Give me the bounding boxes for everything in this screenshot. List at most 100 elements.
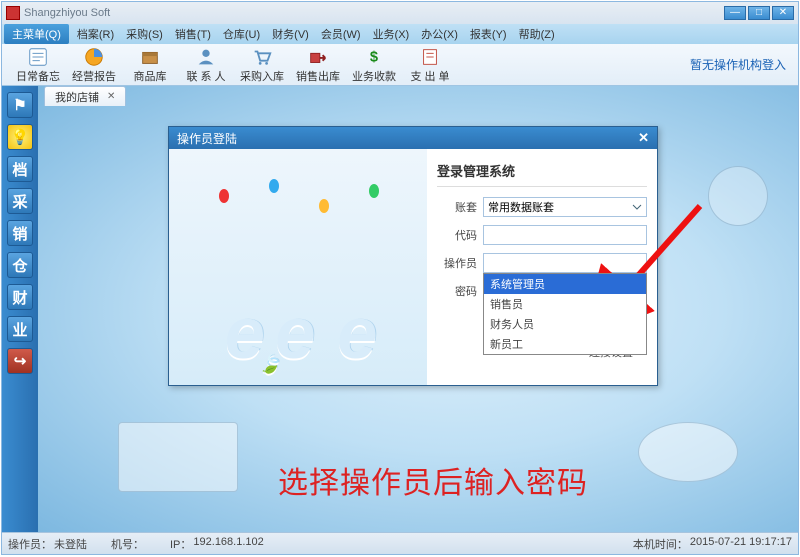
maximize-button[interactable]: □ — [748, 6, 770, 20]
toolbar-goods[interactable]: 商品库 — [122, 46, 178, 84]
label-code: 代码 — [437, 227, 477, 243]
row-code: 代码 — [437, 225, 647, 245]
toolbar-note-label: 日常备忘 — [16, 68, 60, 84]
status-operator-value: 未登陆 — [54, 536, 87, 552]
status-ip-label: IP： — [170, 536, 191, 552]
out-icon — [307, 46, 329, 68]
side-sales[interactable]: 销 — [7, 220, 33, 246]
titlebar: Shangzhiyou Soft — □ ✕ — [2, 2, 798, 24]
dialog-title: 操作员登陆 — [177, 130, 237, 147]
menu-warehouse[interactable]: 仓库(U) — [217, 26, 266, 42]
row-account: 账套 — [437, 197, 647, 217]
user-icon — [195, 46, 217, 68]
note-icon — [27, 46, 49, 68]
side-purchase[interactable]: 采 — [7, 188, 33, 214]
dialog-heading: 登录管理系统 — [437, 161, 647, 187]
toolbar-sales-out-label: 销售出库 — [296, 68, 340, 84]
toolbar-note[interactable]: 日常备忘 — [10, 46, 66, 84]
toolbar-report-label: 经营报告 — [72, 68, 116, 84]
toolbar-purchase-in-label: 采购入库 — [240, 68, 284, 84]
toolbar-expense-label: 支 出 单 — [410, 68, 449, 84]
login-status-text: 暂无操作机构登入 — [690, 56, 786, 73]
page-body: 我的店铺 ✕ 操作员登陆 ✕ — [38, 86, 798, 532]
operator-option-new[interactable]: 新员工 — [484, 334, 646, 354]
content-area: ⚑ 💡 档 采 销 仓 财 业 ↪ 我的店铺 ✕ 操作员登陆 — [2, 86, 798, 532]
operator-option-finance[interactable]: 财务人员 — [484, 314, 646, 334]
box-icon — [139, 46, 161, 68]
toolbar-contacts-label: 联 系 人 — [186, 68, 225, 84]
tab-my-shop[interactable]: 我的店铺 ✕ — [44, 86, 126, 106]
menu-help[interactable]: 帮助(Z) — [513, 26, 561, 42]
side-warehouse[interactable]: 仓 — [7, 252, 33, 278]
menu-finance[interactable]: 财务(V) — [266, 26, 315, 42]
balloon-icon — [219, 189, 229, 203]
status-operator-label: 操作员： — [8, 536, 52, 552]
login-dialog: 操作员登陆 ✕ e🍃e e 登录管理系统 账套 — [168, 126, 658, 386]
side-exit-icon[interactable]: ↪ — [7, 348, 33, 374]
tab-close-icon[interactable]: ✕ — [107, 91, 115, 102]
label-password: 密码 — [437, 283, 477, 299]
row-operator: 操作员 系统管理员 销售员 财务人员 新员工 — [437, 253, 647, 273]
bill-icon — [419, 46, 441, 68]
toolbar-sales-out[interactable]: 销售出库 — [290, 46, 346, 84]
toolbar-receipt[interactable]: $ 业务收款 — [346, 46, 402, 84]
hint-text: 选择操作员后输入密码 — [278, 458, 588, 502]
money-icon: $ — [363, 46, 385, 68]
menu-main[interactable]: 主菜单(Q) — [4, 24, 69, 44]
menu-purchase[interactable]: 采购(S) — [120, 26, 169, 42]
chart-icon — [83, 46, 105, 68]
side-bulb-icon[interactable]: 💡 — [7, 124, 33, 150]
menu-business[interactable]: 业务(X) — [367, 26, 416, 42]
label-account: 账套 — [437, 199, 477, 215]
dialog-illustration: e🍃e e — [169, 149, 427, 385]
sidebar: ⚑ 💡 档 采 销 仓 财 业 ↪ — [2, 86, 38, 532]
code-input[interactable] — [483, 225, 647, 245]
bg-table — [638, 422, 738, 482]
menu-sales[interactable]: 销售(T) — [169, 26, 217, 42]
cart-icon — [251, 46, 273, 68]
label-operator: 操作员 — [437, 255, 477, 271]
balloon-icon — [269, 179, 279, 193]
dialog-titlebar: 操作员登陆 ✕ — [169, 127, 657, 149]
operator-option-admin[interactable]: 系统管理员 — [484, 274, 646, 294]
menu-member[interactable]: 会员(W) — [315, 26, 367, 42]
dialog-body: e🍃e e 登录管理系统 账套 代码 操作员 — [169, 149, 657, 385]
svg-text:$: $ — [370, 49, 378, 65]
toolbar-report[interactable]: 经营报告 — [66, 46, 122, 84]
bg-clock — [708, 166, 768, 226]
toolbar-receipt-label: 业务收款 — [352, 68, 396, 84]
side-archive[interactable]: 档 — [7, 156, 33, 182]
operator-option-sales[interactable]: 销售员 — [484, 294, 646, 314]
toolbar-goods-label: 商品库 — [134, 68, 167, 84]
tab-label: 我的店铺 — [55, 89, 99, 105]
dialog-form: 登录管理系统 账套 代码 操作员 — [427, 149, 657, 385]
minimize-button[interactable]: — — [724, 6, 746, 20]
menu-report[interactable]: 报表(Y) — [464, 26, 513, 42]
statusbar: 操作员： 未登陆 机号： IP： 192.168.1.102 本机时间： 201… — [2, 532, 798, 554]
app-icon — [6, 6, 20, 20]
operator-select[interactable] — [483, 253, 647, 273]
status-operator: 操作员： 未登陆 — [8, 536, 87, 552]
bg-sofa — [118, 422, 238, 492]
app-window: Shangzhiyou Soft — □ ✕ 主菜单(Q) 档案(R) 采购(S… — [1, 1, 799, 555]
menu-archive[interactable]: 档案(R) — [71, 26, 120, 42]
toolbar-contacts[interactable]: 联 系 人 — [178, 46, 234, 84]
toolbar-expense[interactable]: 支 出 单 — [402, 46, 458, 84]
leaf-icon: 🍃 — [259, 354, 275, 375]
status-ip-value: 192.168.1.102 — [193, 536, 263, 552]
close-button[interactable]: ✕ — [772, 6, 794, 20]
status-machine: 机号： — [111, 536, 146, 552]
account-select[interactable] — [483, 197, 647, 217]
side-finance[interactable]: 财 — [7, 284, 33, 310]
status-machine-label: 机号： — [111, 536, 144, 552]
toolbar-purchase-in[interactable]: 采购入库 — [234, 46, 290, 84]
e-logo: e🍃e e — [225, 293, 372, 375]
status-time-value: 2015-07-21 19:17:17 — [690, 536, 792, 552]
side-flag-icon[interactable]: ⚑ — [7, 92, 33, 118]
menubar: 主菜单(Q) 档案(R) 采购(S) 销售(T) 仓库(U) 财务(V) 会员(… — [2, 24, 798, 44]
status-time-label: 本机时间： — [633, 536, 688, 552]
side-business[interactable]: 业 — [7, 316, 33, 342]
operator-dropdown: 系统管理员 销售员 财务人员 新员工 — [483, 273, 647, 355]
menu-office[interactable]: 办公(X) — [415, 26, 464, 42]
dialog-close-icon[interactable]: ✕ — [638, 130, 649, 146]
